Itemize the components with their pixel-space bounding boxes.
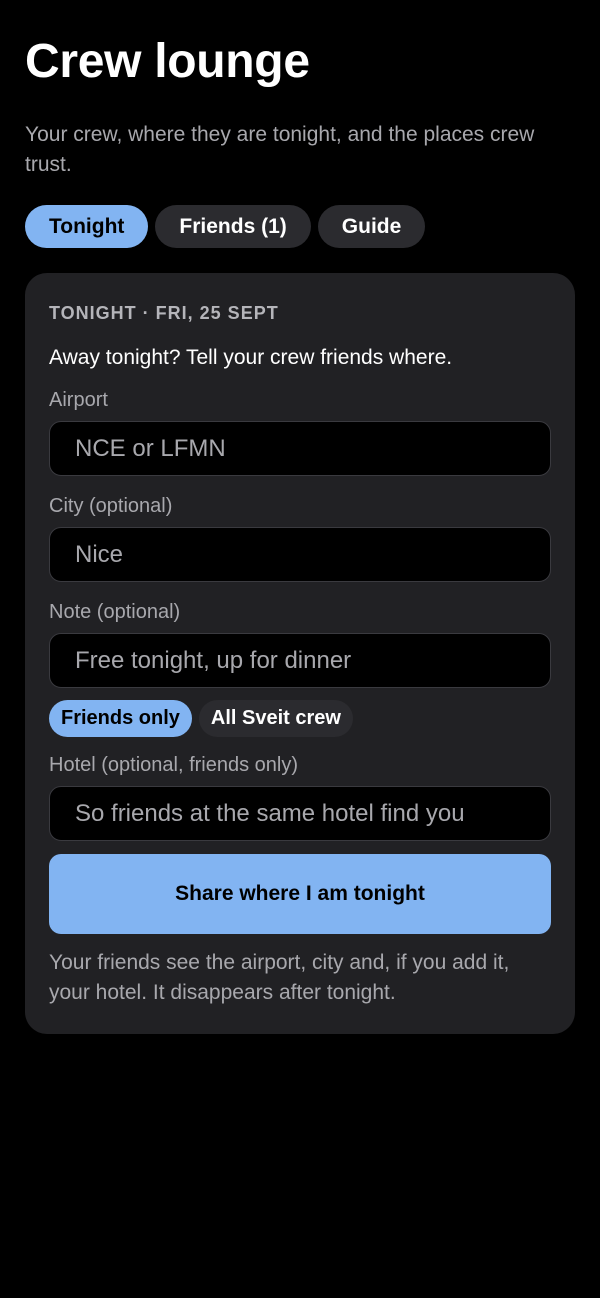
audience-all-crew-chip[interactable]: All Sveit crew (198, 700, 353, 737)
audience-friends-only-chip[interactable]: Friends only (49, 700, 192, 737)
crew-lounge-page: Crew lounge Your crew, where they are to… (0, 0, 600, 1034)
page-subtitle: Your crew, where they are tonight, and t… (25, 123, 535, 176)
city-field-box (49, 527, 551, 582)
tab-friends[interactable]: Friends (1) (155, 205, 311, 248)
hotel-label: Hotel (optional, friends only) (49, 754, 299, 776)
page-title: Crew lounge (25, 35, 310, 88)
tonight-card: TONIGHT · FRI, 25 SEPT Away tonight? Tel… (25, 273, 575, 1034)
hotel-input[interactable] (75, 799, 525, 828)
note-label: Note (optional) (49, 601, 181, 623)
share-location-button[interactable]: Share where I am tonight (49, 854, 551, 934)
city-input[interactable] (75, 540, 525, 569)
audience-selector: Friends only All Sveit crew (49, 700, 551, 737)
city-label: City (optional) (49, 495, 173, 517)
airport-label: Airport (49, 389, 108, 411)
note-input[interactable] (75, 646, 525, 675)
airport-field-box (49, 421, 551, 476)
privacy-footnote: Your friends see the airport, city and, … (49, 951, 510, 1004)
airport-input[interactable] (75, 434, 525, 463)
note-field-box (49, 633, 551, 688)
tab-bar: Tonight Friends (1) Guide (25, 205, 575, 248)
hotel-field-box (49, 786, 551, 841)
tonight-date-eyebrow: TONIGHT · FRI, 25 SEPT (49, 303, 279, 323)
tab-tonight[interactable]: Tonight (25, 205, 149, 248)
tab-guide[interactable]: Guide (317, 205, 426, 248)
tonight-prompt: Away tonight? Tell your crew friends whe… (49, 346, 453, 369)
